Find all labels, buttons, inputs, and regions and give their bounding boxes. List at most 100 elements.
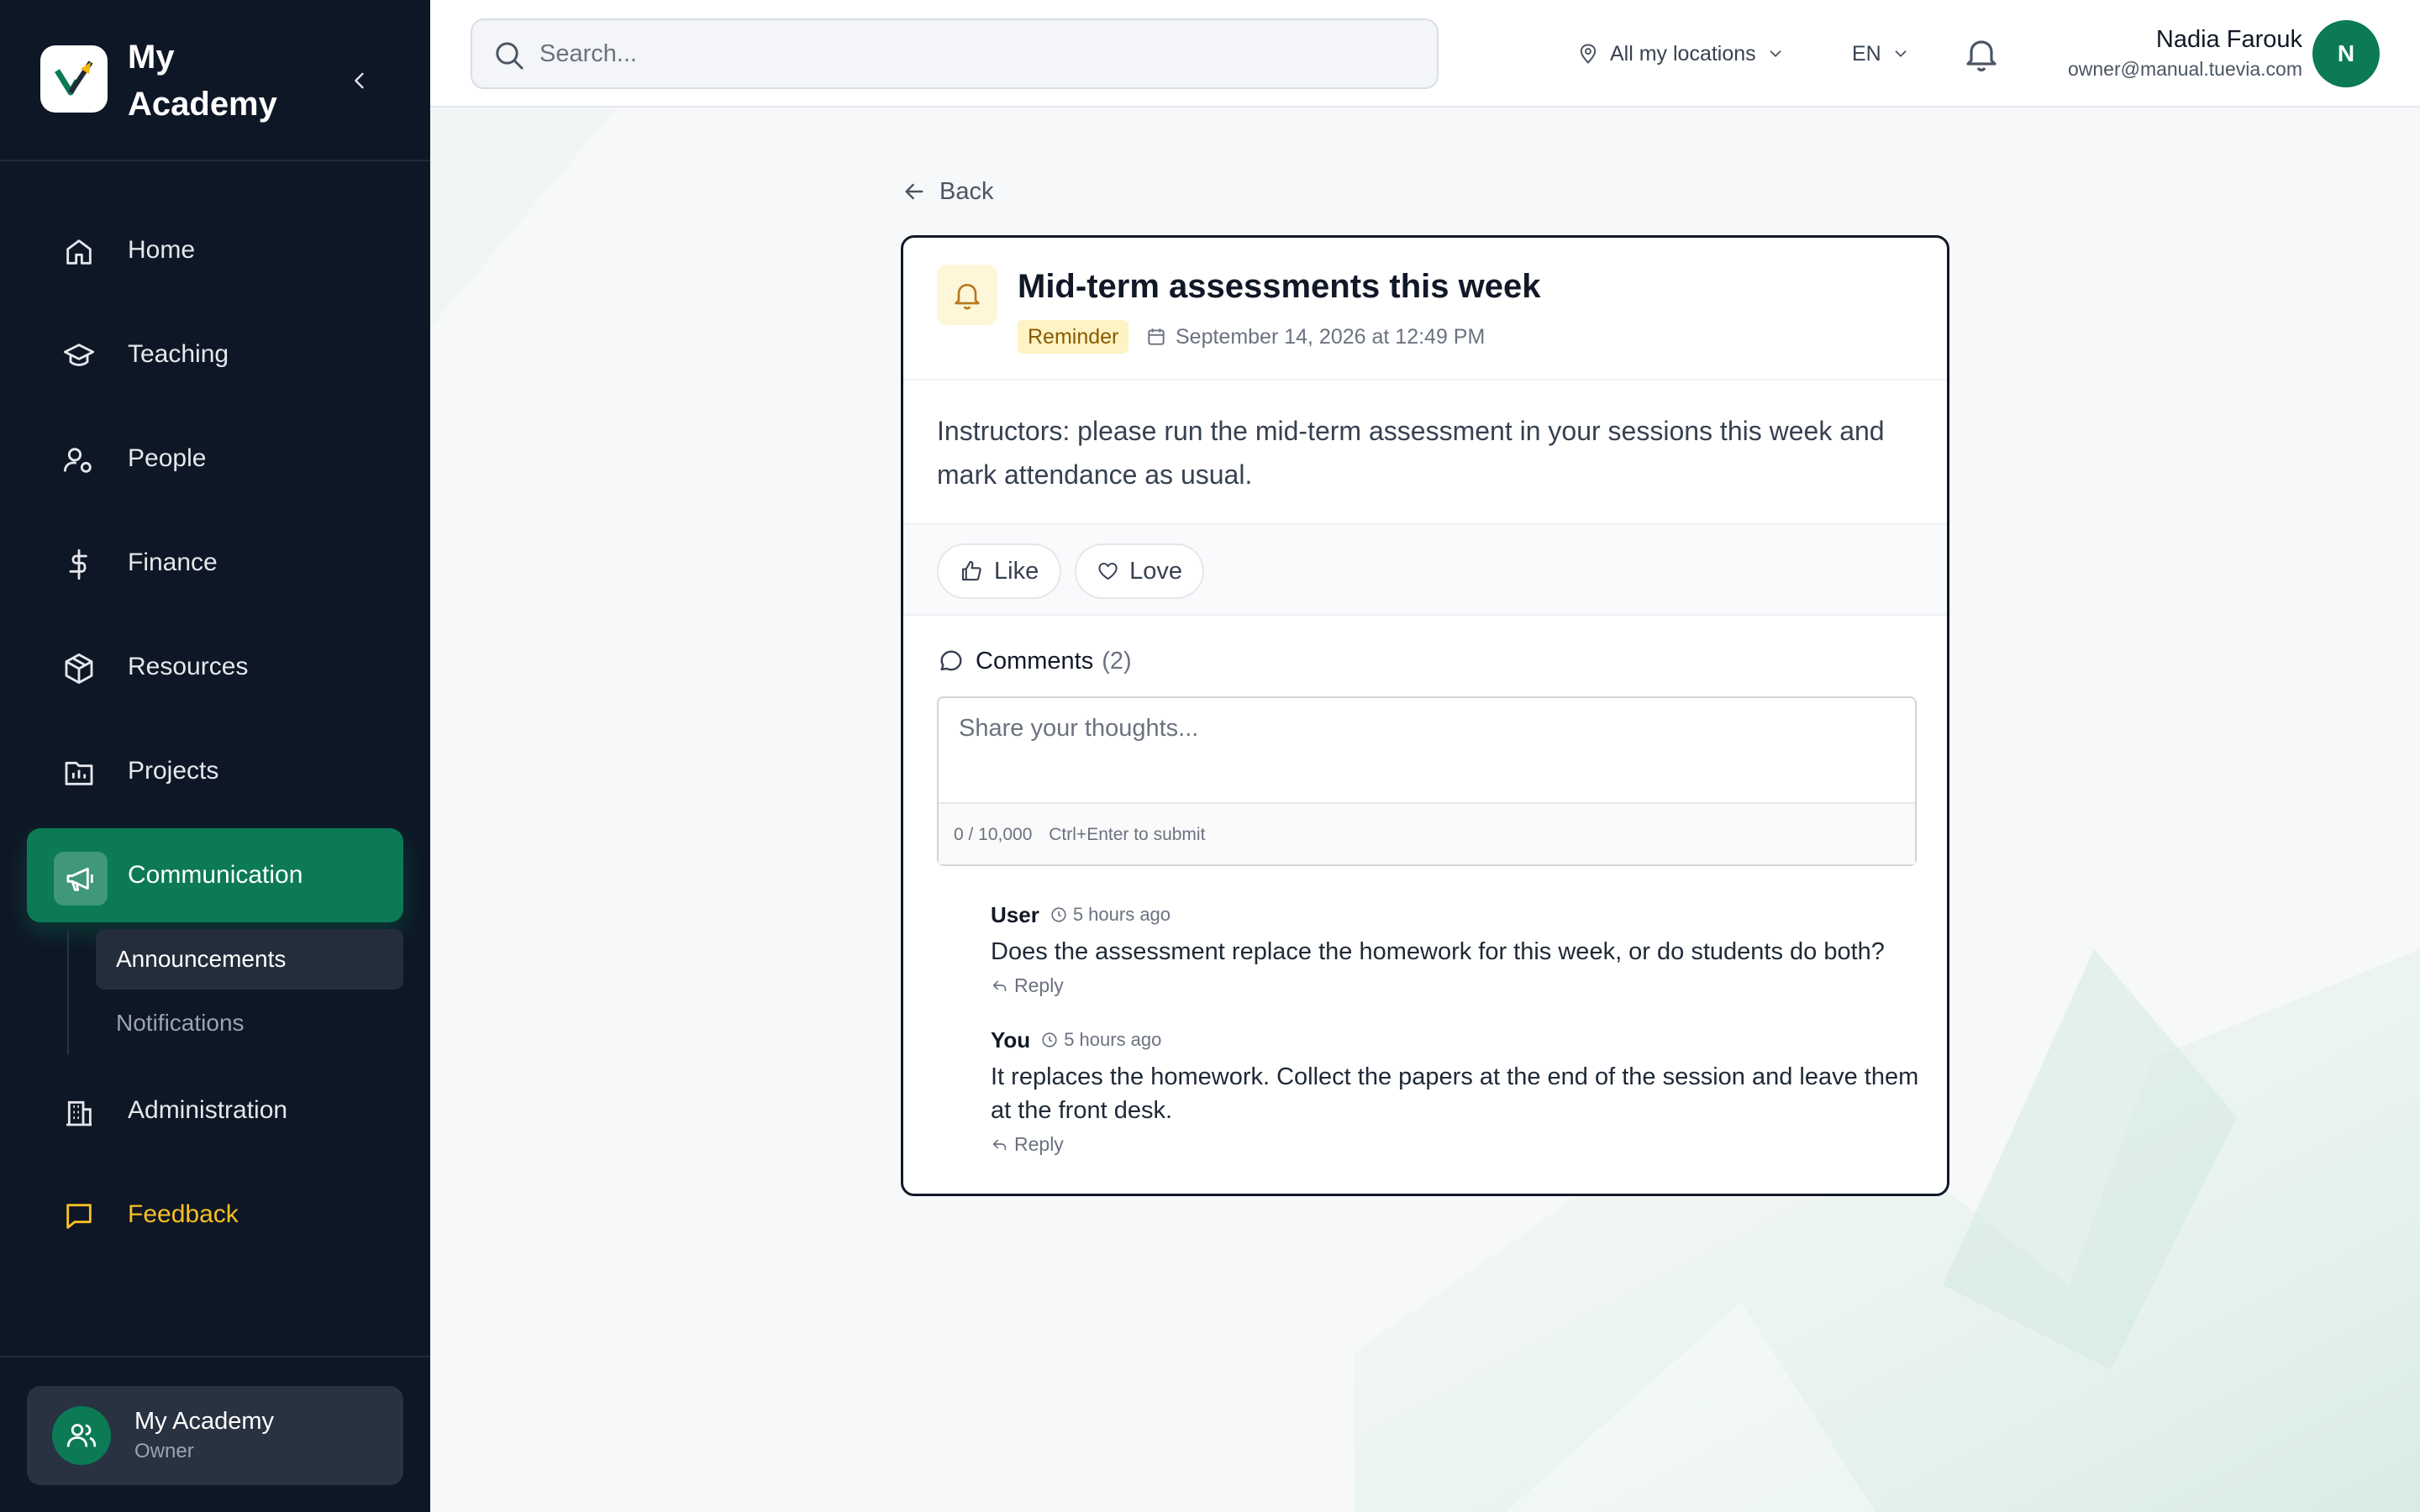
reply-label: Reply <box>1014 1132 1064 1155</box>
comments-count: (2) <box>1102 647 1132 675</box>
comment-input[interactable] <box>939 698 1915 802</box>
comment-text: It replaces the homework. Collect the pa… <box>991 1063 1919 1124</box>
sidebar-item-label: Administration <box>128 1096 288 1124</box>
sidebar-subitem-announcements[interactable]: Announcements <box>96 929 403 990</box>
chevron-down-icon <box>1895 50 1907 58</box>
bell-icon <box>955 284 980 310</box>
sidebar: My Academy Home Teaching People Finance … <box>0 0 430 1512</box>
back-link[interactable]: Back <box>901 175 993 208</box>
search-bar[interactable] <box>471 18 1439 89</box>
announcement-title: Mid-term assessments this week <box>1018 268 1541 305</box>
brand-name: My Academy <box>128 39 277 123</box>
graduation-cap-icon <box>63 344 95 366</box>
sidebar-item-label: Teaching <box>128 340 229 368</box>
chart-folder-icon <box>65 761 93 785</box>
submenu-guide-line <box>67 931 69 1055</box>
academy-logo[interactable] <box>40 45 108 113</box>
topbar: All my locations EN Nadia Farouk owner@m… <box>430 0 2420 108</box>
megaphone-icon <box>66 867 93 891</box>
user-email: owner@manual.tuevia.com <box>2067 58 2302 80</box>
like-label: Like <box>994 557 1039 585</box>
sidebar-item-label: Communication <box>128 861 303 889</box>
composer-footer: 0 / 10,000 Ctrl+Enter to submit <box>939 802 1915 864</box>
language-selector[interactable]: EN <box>1852 34 1910 74</box>
sidebar-item-feedback[interactable]: Feedback <box>27 1168 403 1262</box>
sidebar-item-label: Projects <box>128 757 219 785</box>
sidebar-item-label: Finance <box>128 549 218 576</box>
message-circle-icon <box>940 650 962 671</box>
clock-icon <box>1051 907 1066 922</box>
love-button[interactable]: Love <box>1075 543 1204 599</box>
announcement-card: Mid-term assessments this week Reminder … <box>901 235 1949 1196</box>
user-gear-icon <box>63 448 92 473</box>
sidebar-item-resources[interactable]: Resources <box>27 620 403 714</box>
account-avatar <box>52 1406 111 1465</box>
type-badge: Reminder <box>1018 320 1129 354</box>
like-button[interactable]: Like <box>937 543 1061 599</box>
announcement-body: Instructors: please run the mid-term ass… <box>937 416 1885 490</box>
sidebar-subitem-notifications[interactable]: Notifications <box>96 993 403 1053</box>
submit-hint: Ctrl+Enter to submit <box>1049 825 1206 844</box>
search-input[interactable] <box>539 20 1413 87</box>
sidebar-item-people[interactable]: People <box>27 412 403 506</box>
location-selector[interactable]: All my locations <box>1576 34 1785 74</box>
reply-label: Reply <box>1014 974 1064 996</box>
reply-icon <box>992 1139 1007 1151</box>
comment-time-text: 5 hours ago <box>1072 904 1171 925</box>
message-square-icon <box>66 1204 92 1229</box>
user-avatar[interactable]: N <box>2312 20 2380 87</box>
reactions-bar: Like Love <box>903 523 1947 616</box>
comment-author: You <box>991 1026 1031 1053</box>
chevron-left-icon <box>355 72 364 89</box>
comment-text: Does the assessment replace the homework… <box>991 938 1885 965</box>
user-info: Nadia Farouk owner@manual.tuevia.com <box>1993 24 2302 82</box>
thumbs-up-icon <box>961 560 981 581</box>
user-name: Nadia Farouk <box>2155 26 2302 53</box>
collapse-sidebar-button[interactable] <box>343 60 376 101</box>
location-label: All my locations <box>1610 41 1756 66</box>
reply-icon <box>992 980 1007 992</box>
announcement-header: Mid-term assessments this week Reminder … <box>903 238 1947 381</box>
sidebar-item-teaching[interactable]: Teaching <box>27 307 403 402</box>
comments-label: Comments <box>976 647 1094 675</box>
language-label: EN <box>1852 41 1881 66</box>
brand-header: My Academy <box>0 0 430 161</box>
character-count: 0 / 10,000 <box>954 825 1033 844</box>
sidebar-item-label: Home <box>128 236 196 264</box>
back-label: Back <box>939 177 994 205</box>
sidebar-item-label: People <box>128 444 207 472</box>
sidebar-item-administration[interactable]: Administration <box>27 1063 403 1158</box>
home-icon <box>66 239 92 265</box>
dollar-icon <box>69 549 87 580</box>
comment-author: User <box>991 901 1039 927</box>
account-switcher[interactable]: My Academy Owner <box>27 1386 403 1485</box>
sidebar-item-communication[interactable]: Communication <box>27 828 403 922</box>
sidebar-footer: My Academy Owner <box>0 1356 430 1512</box>
building-icon <box>66 1100 92 1126</box>
search-icon <box>496 42 523 70</box>
comment-time: 5 hours ago <box>1050 904 1171 926</box>
account-name: My Academy <box>134 1408 274 1435</box>
users-icon <box>66 1424 97 1447</box>
sidebar-item-finance[interactable]: Finance <box>27 516 403 610</box>
sidebar-item-label: Feedback <box>128 1200 239 1228</box>
comment-item: You 5 hours ago It replaces the homework… <box>991 1025 1923 1158</box>
reply-button[interactable]: Reply <box>991 1131 1923 1158</box>
comments-heading: Comments (2) <box>937 644 1132 678</box>
reply-button[interactable]: Reply <box>991 972 1923 999</box>
map-pin-icon <box>1580 44 1597 64</box>
clock-icon <box>1042 1032 1057 1047</box>
account-role: Owner <box>134 1440 194 1462</box>
date-text: September 14, 2026 at 12:49 PM <box>1176 324 1486 349</box>
comment-composer: 0 / 10,000 Ctrl+Enter to submit <box>937 696 1917 866</box>
sidebar-item-label: Resources <box>128 653 249 680</box>
chevron-down-icon <box>1770 50 1781 58</box>
sidebar-item-home[interactable]: Home <box>27 203 403 297</box>
comment-time: 5 hours ago <box>1040 1029 1161 1051</box>
announcement-date: September 14, 2026 at 12:49 PM <box>1145 320 1485 354</box>
sidebar-item-projects[interactable]: Projects <box>27 724 403 818</box>
reminder-icon-box <box>937 265 997 325</box>
arrow-left-icon <box>905 183 923 200</box>
heart-icon <box>1098 563 1118 580</box>
love-label: Love <box>1129 557 1182 585</box>
